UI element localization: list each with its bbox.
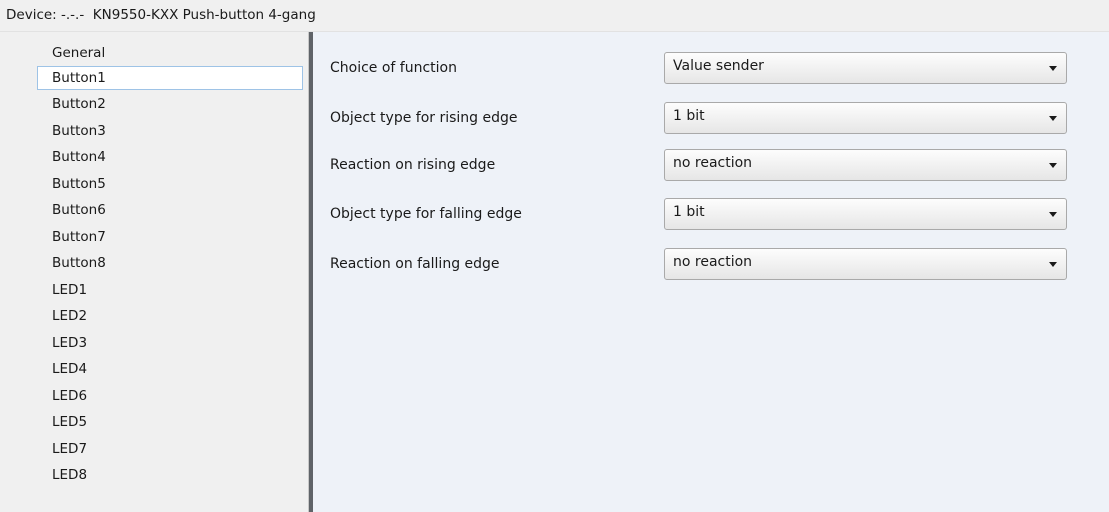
select-choice-of-function[interactable]: Value sender [664, 52, 1067, 84]
select-object-type-rising[interactable]: 1 bit [664, 102, 1067, 134]
sidebar-item-button5[interactable]: Button5 [37, 172, 303, 196]
sidebar-item-button8[interactable]: Button8 [37, 251, 303, 275]
sidebar-item-button1[interactable]: Button1 [37, 66, 303, 90]
select-value: no reaction [673, 254, 753, 270]
label-object-type-falling: Object type for falling edge [330, 206, 522, 222]
sidebar-item-led2[interactable]: LED2 [37, 304, 303, 328]
sidebar-item-led3[interactable]: LED3 [37, 331, 303, 355]
label-reaction-rising: Reaction on rising edge [330, 157, 496, 173]
sidebar-item-led1[interactable]: LED1 [37, 278, 303, 302]
select-value: Value sender [673, 58, 764, 74]
sidebar-item-button7[interactable]: Button7 [37, 225, 303, 249]
label-choice-of-function: Choice of function [330, 60, 457, 76]
select-reaction-rising[interactable]: no reaction [664, 149, 1067, 181]
window-title: Device: -.-.- KN9550-KXX Push-button 4-g… [0, 0, 1109, 32]
sidebar-item-led5[interactable]: LED5 [37, 410, 303, 434]
dropdown-arrow-icon [1049, 262, 1057, 267]
select-value: 1 bit [673, 204, 705, 220]
sidebar-item-led8[interactable]: LED8 [37, 463, 303, 487]
dropdown-arrow-icon [1049, 163, 1057, 168]
sidebar-item-button6[interactable]: Button6 [37, 198, 303, 222]
select-object-type-falling[interactable]: 1 bit [664, 198, 1067, 230]
dropdown-arrow-icon [1049, 116, 1057, 121]
sidebar-item-led6[interactable]: LED6 [37, 384, 303, 408]
sidebar-item-general[interactable]: General [37, 41, 303, 65]
select-reaction-falling[interactable]: no reaction [664, 248, 1067, 280]
parameter-tree: General Button1 Button2 Button3 Button4 … [0, 32, 308, 512]
select-value: no reaction [673, 155, 753, 171]
select-value: 1 bit [673, 108, 705, 124]
sidebar-item-led7[interactable]: LED7 [37, 437, 303, 461]
sidebar-item-led4[interactable]: LED4 [37, 357, 303, 381]
sidebar-item-button4[interactable]: Button4 [37, 145, 303, 169]
parameter-panel: Choice of function Value sender Object t… [313, 32, 1109, 512]
dropdown-arrow-icon [1049, 66, 1057, 71]
sidebar-item-button2[interactable]: Button2 [37, 92, 303, 116]
label-object-type-rising: Object type for rising edge [330, 110, 518, 126]
sidebar-item-button3[interactable]: Button3 [37, 119, 303, 143]
label-reaction-falling: Reaction on falling edge [330, 256, 500, 272]
dropdown-arrow-icon [1049, 212, 1057, 217]
